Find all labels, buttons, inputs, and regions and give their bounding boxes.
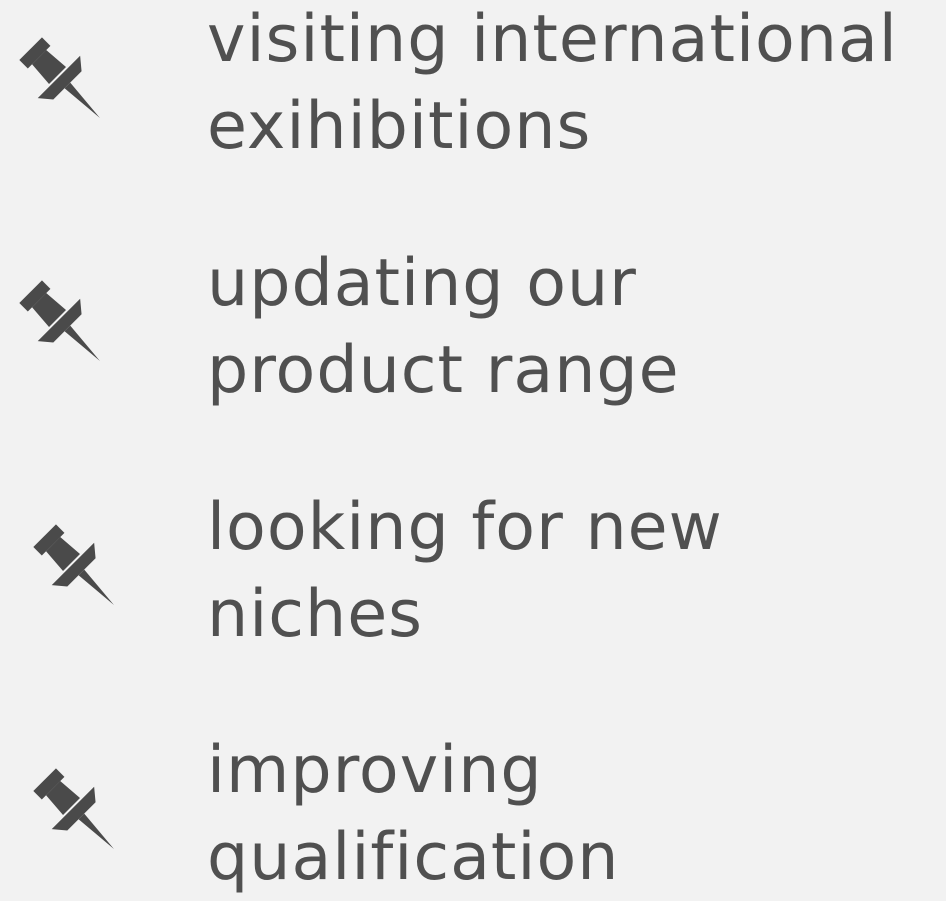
pushpin-icon — [6, 267, 126, 387]
pushpin-icon — [20, 755, 140, 875]
item-text: improving qualification — [207, 733, 620, 895]
item-text: looking for new niches — [207, 490, 723, 652]
bullet-list: visiting international exihibitions upda… — [0, 0, 946, 901]
item-text: visiting international exihibitions — [207, 2, 898, 164]
pushpin-icon — [20, 511, 140, 631]
item-text: updating our product range — [207, 246, 680, 408]
pushpin-icon — [6, 24, 126, 144]
